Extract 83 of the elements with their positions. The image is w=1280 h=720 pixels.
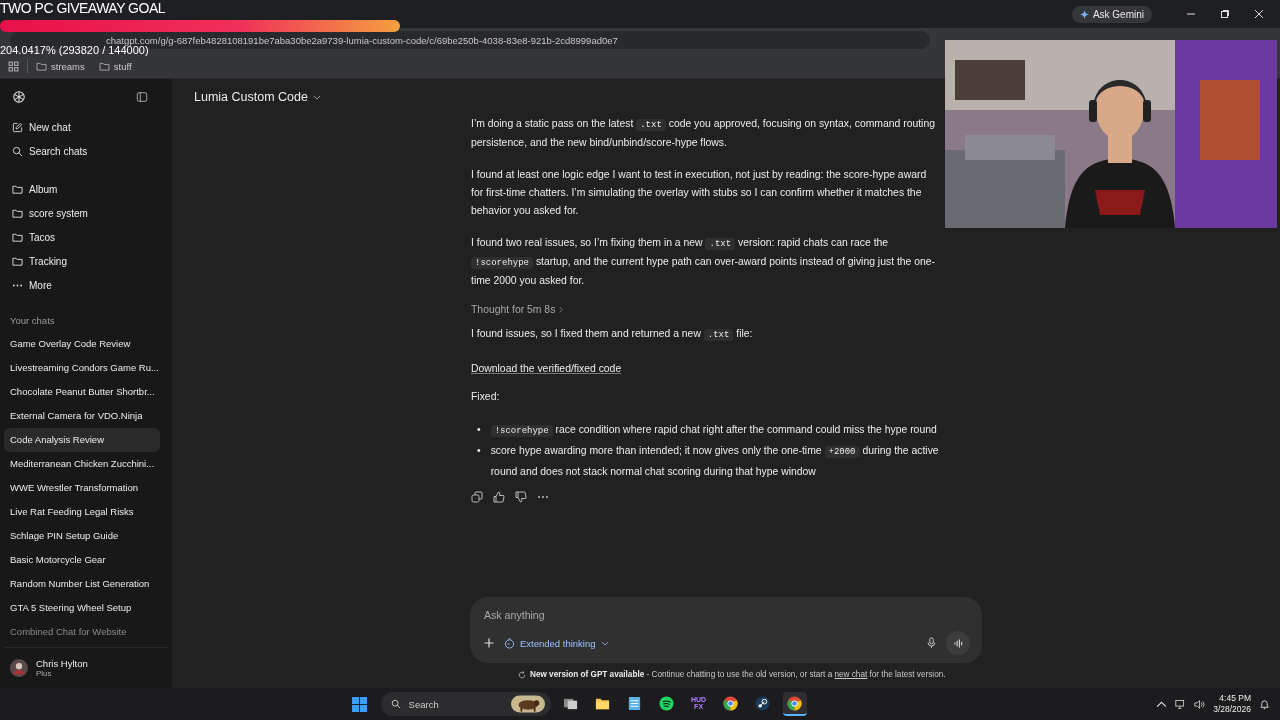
add-icon[interactable] — [484, 638, 494, 648]
list-item: score hype awarding more than intended; it now gives only the one-time +2000 during the active round and does not stack normal chat scoring during that hype window — [490, 444, 939, 479]
message-paragraph: I found two real issues, so I’m fixing them in a new .txt version: rapid chats can race the !scorehype startup, and the current hype path can over-award points instead of giving just the one-time 2000 you asked for. — [471, 236, 937, 288]
message-input[interactable]: Ask anything — [482, 607, 970, 623]
chat-history-item[interactable]: Mediterranean Chicken Zucchini... — [4, 452, 160, 476]
avatar-icon[interactable] — [10, 659, 28, 677]
chat-history-item[interactable]: Schlage PIN Setup Guide — [4, 524, 160, 548]
search-icon — [390, 699, 401, 709]
chevron-down-icon — [600, 640, 609, 646]
project-item[interactable]: Album — [4, 177, 168, 201]
new-chat-link[interactable]: new chat — [834, 670, 868, 679]
folder-icon — [12, 183, 23, 195]
copy-icon[interactable] — [471, 491, 483, 503]
user-name: Chris Hylton — [36, 658, 88, 669]
timer-icon — [504, 637, 515, 649]
chat-history-item[interactable]: External Camera for VDO.Ninja — [4, 404, 160, 428]
close-icon[interactable] — [1254, 9, 1264, 19]
message-paragraph: I found at least one logic edge I want to test in execution, not just by reading: the score-hype award for first-time chatters. I’m simulating the overlay with stubs so I can confirm whether it matches the behavior you asked for. — [471, 168, 928, 218]
folder-icon — [36, 61, 47, 71]
thumbs-down-icon[interactable] — [515, 491, 527, 503]
chat-history-item[interactable]: Combined Chat for Website — [4, 620, 160, 644]
sidebar-toggle-icon[interactable] — [136, 91, 148, 103]
bullet: • — [477, 423, 481, 437]
network-icon[interactable] — [1175, 698, 1187, 710]
thought-toggle[interactable]: Thought for 5m 8s — [471, 304, 564, 315]
refresh-icon — [518, 670, 526, 679]
chat-history-item[interactable]: Game Overlay Code Review — [4, 332, 160, 356]
chat-history-item[interactable]: GTA 5 Steering Wheel Setup — [4, 596, 160, 620]
search-chats-item[interactable]: Search chats — [4, 139, 168, 163]
sparkle-icon — [1079, 9, 1089, 19]
voice-mode-button[interactable] — [946, 631, 970, 655]
chrome-icon — [787, 695, 803, 711]
taskbar-search[interactable]: Search — [380, 692, 551, 716]
notification-icon[interactable] — [1259, 698, 1270, 710]
model-selector[interactable]: Lumia Custom Code — [190, 88, 325, 106]
folder-icon — [98, 61, 110, 71]
update-notice: New version of GPT available - Continue chatting to use the old version, or start a new chat for the latest version. — [530, 669, 946, 680]
message-paragraph: Fixed: — [471, 390, 501, 404]
chevron-right-icon — [559, 306, 564, 313]
message-paragraph: I found issues, so I fixed them and returned a new .txt file: — [471, 327, 754, 343]
chat-history-item[interactable]: Livestreaming Condors Game Ru... — [4, 356, 160, 380]
section-heading: Your chats — [9, 314, 56, 328]
project-item[interactable]: Tracking — [4, 249, 168, 273]
thumbs-up-icon[interactable] — [493, 491, 505, 503]
volume-icon[interactable] — [1194, 698, 1206, 710]
user-plan: Plus — [36, 669, 53, 678]
sound-wave-icon — [952, 638, 964, 648]
bookmark-folder[interactable]: stuff — [98, 60, 132, 72]
thinking-mode-button[interactable]: Extended thinking — [504, 637, 609, 649]
taskbar-button[interactable] — [782, 692, 807, 716]
steam-icon — [755, 695, 771, 711]
system-clock[interactable]: 4:45 PM 3/28/2026 — [1213, 693, 1251, 715]
goal-title: TWO PC GIVEAWAY GOAL — [0, 0, 166, 17]
chat-history-item[interactable]: Live Rat Feeding Legal Risks — [4, 500, 160, 524]
folder-icon — [12, 255, 23, 267]
bullet: • — [477, 444, 481, 458]
list-item: !scorehype race condition where rapid chat right after the command could miss the hype round — [490, 420, 937, 441]
message-paragraph: I’m doing a static pass on the latest .txt code you approved, focusing on syntax, command routing persistence, and the new bind/unbind/score-hype flows. — [471, 117, 936, 150]
project-item[interactable]: score system — [4, 201, 168, 225]
notepad-icon — [627, 695, 643, 711]
chat-history-item[interactable]: Code Analysis Review — [4, 428, 160, 452]
bookmark-folder[interactable]: streams — [36, 60, 85, 72]
chat-history-item[interactable]: Basic Motorcycle Gear — [4, 548, 160, 572]
chat-history-item[interactable]: Random Number List Generation — [4, 572, 160, 596]
project-item[interactable]: Tacos — [4, 225, 168, 249]
spotify-icon — [659, 695, 675, 711]
restore-icon[interactable] — [1220, 9, 1230, 19]
ask-gemini-button[interactable]: Ask Gemini — [1071, 5, 1152, 23]
folder-icon — [12, 231, 23, 243]
logo-icon[interactable] — [12, 90, 26, 104]
chat-history-item[interactable]: WWE Wrestler Transformation — [4, 476, 160, 500]
chat-history-item[interactable]: Chocolate Peanut Butter Shortbr... — [4, 380, 160, 404]
chrome-icon — [723, 695, 739, 711]
more-item[interactable]: More — [4, 273, 168, 297]
folder-icon — [12, 207, 23, 219]
chevron-down-icon — [312, 94, 321, 100]
microphone-icon[interactable] — [927, 637, 936, 649]
download-link[interactable]: Download the verified/fixed code — [471, 360, 622, 378]
chevron-up-icon[interactable] — [1156, 698, 1168, 710]
apps-icon[interactable] — [8, 60, 19, 72]
start-icon[interactable] — [351, 696, 367, 712]
search-icon — [12, 145, 23, 157]
new-chat-item[interactable]: New chat — [4, 115, 168, 139]
